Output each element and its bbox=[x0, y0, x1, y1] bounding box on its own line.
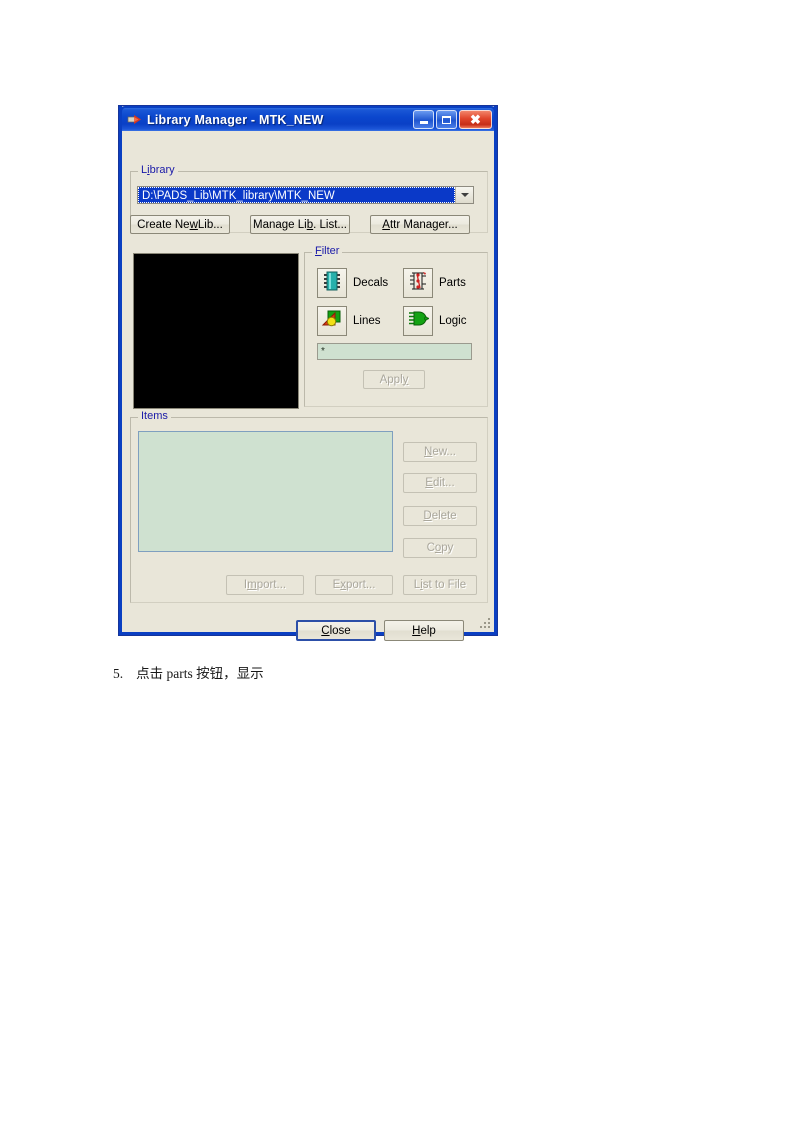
window-controls: ✖ bbox=[413, 110, 492, 129]
library-manager-icon bbox=[127, 112, 143, 128]
attr-manager-button[interactable]: Attr Manager... bbox=[370, 215, 470, 234]
new-button[interactable]: New... bbox=[403, 442, 477, 462]
list-to-file-button[interactable]: Li st to File bbox=[403, 575, 477, 595]
filter-lines-label: Lines bbox=[353, 315, 381, 327]
chevron-down-icon[interactable] bbox=[455, 187, 473, 203]
caption-text: 点击 parts 按钮，显示 bbox=[136, 666, 264, 681]
items-group: Items New... Edit... Delete Co py Im port.… bbox=[130, 410, 488, 603]
logic-gate-icon bbox=[407, 308, 429, 335]
filter-group-label: Filter bbox=[312, 245, 343, 257]
export-button[interactable]: Ex port... bbox=[315, 575, 393, 595]
close-window-button[interactable]: ✖ bbox=[459, 110, 492, 129]
filter-lines-button[interactable] bbox=[317, 306, 347, 336]
delete-button[interactable]: Delete bbox=[403, 506, 477, 526]
minimize-button[interactable] bbox=[413, 110, 434, 129]
items-listbox[interactable] bbox=[138, 431, 393, 552]
filter-parts-button[interactable] bbox=[403, 268, 433, 298]
filter-group: Filter Decals Parts Lines Logic * Appl y bbox=[304, 245, 488, 407]
help-button[interactable]: Help bbox=[384, 620, 464, 641]
filter-logic-label: Logic bbox=[439, 315, 467, 327]
filter-decals-button[interactable] bbox=[317, 268, 347, 298]
library-combobox-value: D:\PADS_Lib\MTK_library\MTK_NEW bbox=[138, 187, 455, 203]
copy-button[interactable]: Co py bbox=[403, 538, 477, 558]
filter-logic-button[interactable] bbox=[403, 306, 433, 336]
caption: 5. 点击 parts 按钮，显示 bbox=[113, 662, 264, 682]
document-page: Library Manager - MTK_NEW ✖ Library D:\P… bbox=[0, 0, 800, 1132]
import-button[interactable]: Im port... bbox=[226, 575, 304, 595]
part-schematic-icon bbox=[407, 270, 429, 297]
items-group-label: Items bbox=[138, 410, 171, 422]
close-icon: ✖ bbox=[470, 112, 481, 127]
filter-decals-label: Decals bbox=[353, 277, 389, 289]
library-manager-dialog: Library Manager - MTK_NEW ✖ Library D:\P… bbox=[119, 106, 497, 641]
library-combobox[interactable]: D:\PADS_Lib\MTK_library\MTK_NEW bbox=[137, 186, 474, 204]
dialog-body: Library D:\PADS_Lib\MTK_library\MTK_NEW … bbox=[122, 131, 494, 641]
window-title: Library Manager - MTK_NEW bbox=[147, 112, 324, 127]
maximize-icon bbox=[442, 115, 451, 124]
edit-button[interactable]: Edit... bbox=[403, 473, 477, 493]
resize-grip-icon[interactable] bbox=[479, 617, 492, 630]
close-button[interactable]: Close bbox=[296, 620, 376, 641]
manage-lib-list-button[interactable]: Manage Li b. List... bbox=[250, 215, 350, 234]
lines-shapes-icon bbox=[321, 308, 343, 335]
decal-chip-icon bbox=[321, 270, 343, 297]
filter-text-input[interactable] bbox=[317, 343, 472, 360]
library-group-label: Library bbox=[138, 164, 178, 176]
filter-parts-label: Parts bbox=[439, 277, 466, 289]
title-bar[interactable]: Library Manager - MTK_NEW ✖ bbox=[119, 106, 497, 131]
create-new-lib-button[interactable]: Create Ne w Lib... bbox=[130, 215, 230, 234]
maximize-button[interactable] bbox=[436, 110, 457, 129]
preview-pane bbox=[133, 253, 299, 409]
apply-filter-button[interactable]: Appl y bbox=[363, 370, 425, 389]
caption-number: 5. bbox=[113, 666, 124, 681]
minimize-icon bbox=[419, 121, 428, 124]
